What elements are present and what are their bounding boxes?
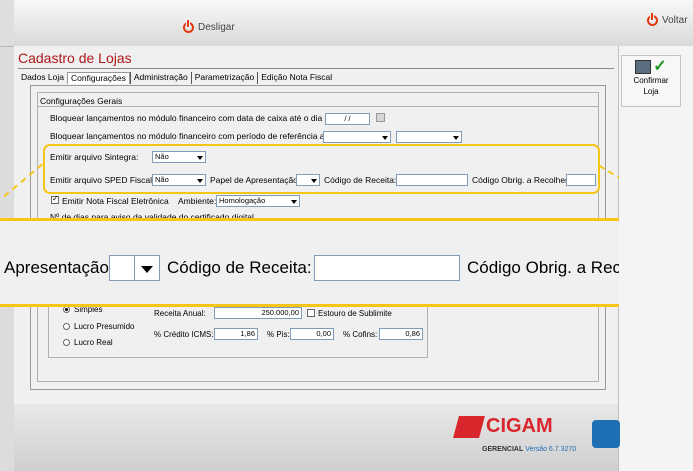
- ambiente-label: Ambiente:: [178, 196, 217, 206]
- version-label: Versão 6.7.3270: [525, 446, 577, 453]
- block-period-year-select[interactable]: [396, 131, 462, 143]
- tab-configuracoes[interactable]: Configurações: [67, 72, 130, 84]
- corner-strip: [0, 0, 14, 46]
- chevron-down-icon: [380, 132, 390, 142]
- regime-real-label: Lucro Real: [74, 338, 113, 347]
- cigam-logo-mark: [453, 415, 485, 438]
- ambiente-select[interactable]: Homologação: [216, 195, 300, 207]
- highlight-box: [43, 144, 600, 194]
- back-label: Voltar: [662, 15, 688, 26]
- block-date-label: Bloquear lançamentos no módulo financeir…: [50, 113, 323, 123]
- cofins-label: % Cofins:: [343, 330, 378, 339]
- estouro-label: Estouro de Sublimite: [318, 309, 392, 318]
- nfe-checkbox[interactable]: [51, 194, 59, 204]
- zoom-papel-select[interactable]: [109, 255, 160, 281]
- power-icon: [647, 13, 658, 26]
- block-period-label: Bloquear lançamentos no módulo financeir…: [50, 131, 332, 141]
- chevron-down-icon: [134, 255, 160, 281]
- zoom-cod-receita-label: Código de Receita:: [167, 258, 312, 277]
- tab-bar: Dados Loja Configurações Administração P…: [18, 72, 335, 84]
- confirm-label-line2: Loja: [643, 87, 659, 96]
- regime-simples-radio[interactable]: [63, 306, 70, 313]
- credito-icms-input[interactable]: 1,86: [214, 328, 258, 340]
- brand-subtitle: GERENCIAL Versão 6.7.3270: [482, 446, 576, 453]
- top-bar: Desligar Voltar: [0, 0, 693, 47]
- cofins-input[interactable]: 0,86: [379, 328, 423, 340]
- check-icon: ✓: [653, 58, 667, 75]
- confirm-store-button[interactable]: ✓ Confirmar Loja: [621, 55, 681, 107]
- zoom-cod-receita-input[interactable]: [314, 255, 460, 281]
- calendar-icon[interactable]: [376, 113, 385, 122]
- title-divider: [18, 68, 614, 69]
- chevron-down-icon: [289, 196, 299, 206]
- pis-label: % Pis:: [267, 330, 290, 339]
- receita-anual-label: Receita Anual:: [154, 309, 206, 318]
- back-button[interactable]: Voltar: [647, 13, 688, 26]
- zoom-callout: Apresentação: Código de Receita: Código …: [0, 218, 693, 307]
- shutdown-button[interactable]: Desligar: [183, 20, 235, 33]
- right-sidebar: [619, 46, 693, 471]
- chart-logo-icon: [592, 420, 620, 448]
- block-period-month-select[interactable]: [323, 131, 391, 143]
- regime-real-radio[interactable]: [63, 339, 70, 346]
- tab-administracao[interactable]: Administração: [129, 72, 191, 84]
- estouro-checkbox[interactable]: [307, 309, 315, 317]
- confirm-label-line1: Confirmar: [633, 76, 669, 85]
- credito-icms-label: % Crédito ICMS:: [154, 330, 214, 339]
- nfe-label: Emitir Nota Fiscal Eletrônica: [62, 196, 169, 206]
- brand-sub: GERENCIAL: [482, 446, 524, 453]
- regime-presumido-radio[interactable]: [63, 323, 70, 330]
- chevron-down-icon: [451, 132, 461, 142]
- tab-edicao-nota-fiscal[interactable]: Edição Nota Fiscal: [257, 72, 335, 84]
- shutdown-label: Desligar: [198, 22, 235, 33]
- ambiente-value: Homologação: [219, 196, 266, 205]
- tab-parametrizacao[interactable]: Parametrização: [190, 72, 258, 84]
- zoom-papel-label: Apresentação:: [4, 258, 114, 277]
- brand-name: CIGAM: [486, 415, 553, 437]
- group-divider: [38, 106, 598, 107]
- window-title: Cadastro de Lojas: [18, 50, 132, 66]
- cigam-logo: CIGAM: [453, 415, 553, 438]
- group-title: Configurações Gerais: [40, 96, 123, 106]
- tab-dados-loja[interactable]: Dados Loja: [18, 72, 67, 84]
- pis-input[interactable]: 0,00: [290, 328, 334, 340]
- regime-presumido-label: Lucro Presumido: [74, 322, 135, 331]
- receita-anual-input[interactable]: 250.000,00: [214, 307, 302, 319]
- block-date-input[interactable]: / /: [325, 113, 370, 125]
- computer-icon: [635, 60, 652, 74]
- power-icon: [183, 20, 194, 33]
